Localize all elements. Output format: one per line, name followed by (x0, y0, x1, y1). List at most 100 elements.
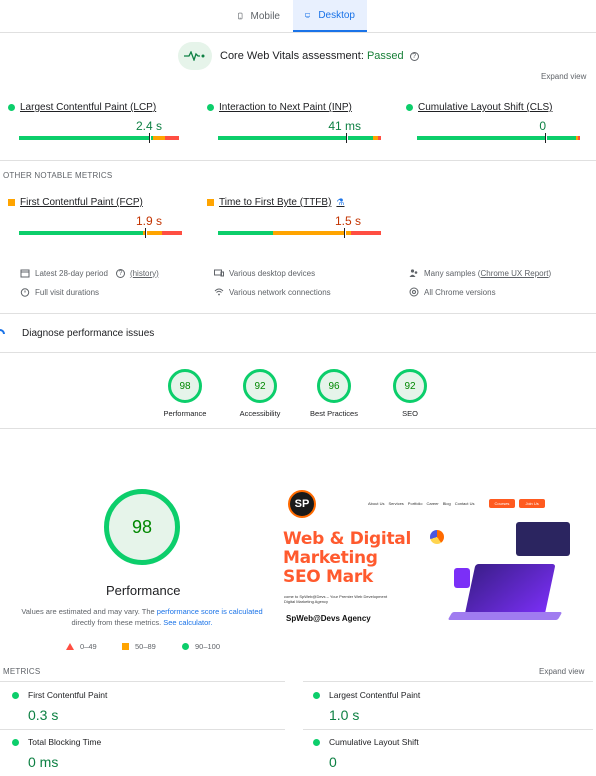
calendar-icon (20, 269, 30, 278)
metric-inp-name[interactable]: Interaction to Next Paint (INP) (219, 102, 352, 113)
info-visits-text: Full visit durations (35, 287, 100, 297)
score-performance[interactable]: 98 Performance (145, 369, 225, 418)
phone-icon (238, 12, 243, 20)
nav-item: Portfolio (407, 500, 423, 506)
hero-line: Web & Digital (283, 529, 411, 549)
gauge-label: Accessibility (239, 409, 281, 418)
gauge: 92 (393, 369, 427, 403)
average-status-icon (207, 199, 214, 206)
metric-ttfb-value: 1.5 s (334, 214, 361, 228)
lab-tbt: Total Blocking Time 0 ms (12, 737, 101, 770)
tab-mobile-label: Mobile (250, 10, 280, 22)
history-link[interactable]: (history) (130, 269, 159, 278)
score-seo[interactable]: 92 SEO (370, 369, 450, 418)
lighthouse-spinner-icon (0, 328, 5, 334)
lab-tbt-name: Total Blocking Time (28, 737, 102, 747)
good-status-icon (12, 691, 19, 699)
score-best-practices[interactable]: 96 Best Practices (294, 369, 374, 418)
tab-desktop-label: Desktop (318, 9, 355, 21)
section-divider (0, 313, 596, 314)
tab-desktop[interactable]: Desktop (293, 0, 367, 32)
section-divider (303, 729, 593, 730)
chrome-icon (409, 287, 419, 297)
info-network-text: Various network connections (229, 287, 331, 297)
gauge: 98 (168, 369, 202, 403)
score-accessibility[interactable]: 92 Accessibility (220, 369, 300, 418)
gauge: 92 (243, 369, 277, 403)
nav-item: Career (426, 500, 439, 506)
legend-good-label: 90–100 (195, 642, 221, 651)
metric-cls: Cumulative Layout Shift (CLS) 0 (406, 102, 580, 143)
help-icon[interactable]: ? (409, 51, 419, 61)
cwv-status: Passed (366, 50, 404, 62)
section-divider (0, 681, 285, 682)
gauge-label: SEO (402, 409, 418, 418)
calculator-link[interactable]: See calculator. (163, 618, 212, 627)
section-divider (303, 681, 593, 682)
lab-cls-name: Cumulative Layout Shift (329, 737, 419, 747)
info-network: Various network connections (214, 287, 331, 297)
performance-note: Values are estimated and may vary. The p… (18, 606, 266, 628)
metric-inp: Interaction to Next Paint (INP) 41 ms (207, 102, 381, 143)
info-period: Latest 28-day period ? (history) (20, 268, 159, 278)
dashboard-graphic (516, 522, 570, 556)
section-divider (0, 729, 285, 730)
diagnose-header: Diagnose performance issues (0, 328, 154, 339)
gauge-label: Best Practices (310, 409, 358, 418)
metric-inp-value: 41 ms (328, 119, 361, 133)
timer-icon (20, 288, 30, 297)
lab-lcp: Largest Contentful Paint 1.0 s (313, 690, 420, 723)
hero-agency: SpWeb@Devs Agency (286, 614, 371, 623)
good-status-icon (313, 691, 320, 699)
legend-good: 90–100 (182, 642, 220, 651)
legend-average-label: 50–89 (135, 642, 156, 651)
laptop-base-graphic (447, 612, 563, 620)
performance-gauge: 98 (104, 489, 180, 565)
pie-graphic (430, 530, 444, 544)
legend-poor-label: 0–49 (80, 642, 97, 651)
performance-title: Performance (106, 583, 181, 598)
metric-lcp-name[interactable]: Largest Contentful Paint (LCP) (20, 102, 156, 113)
good-status-icon (207, 104, 214, 111)
section-divider (0, 160, 596, 161)
lab-cls: Cumulative Layout Shift 0 (313, 737, 419, 770)
metric-ttfb-distribution (218, 228, 381, 238)
people-icon (409, 269, 418, 277)
crux-link[interactable]: Chrome UX Report (480, 269, 548, 278)
legend-poor: 0–49 (66, 642, 97, 651)
vitals-pulse-icon (178, 42, 212, 70)
info-period-text: Latest 28-day period (35, 268, 108, 278)
metric-lcp-distribution (19, 133, 182, 143)
hero-line: Marketing (283, 548, 378, 568)
metric-cls-name[interactable]: Cumulative Layout Shift (CLS) (418, 102, 553, 113)
info-visits: Full visit durations (20, 287, 99, 297)
expand-view-link[interactable]: Expand view (541, 72, 586, 81)
metric-inp-distribution (218, 133, 381, 143)
lab-lcp-value: 1.0 s (329, 707, 360, 723)
courses-pill: Courses (488, 498, 516, 508)
expand-view-link[interactable]: Expand view (539, 667, 584, 676)
lab-fcp-value: 0.3 s (28, 707, 59, 723)
nav-item: Services (388, 500, 404, 506)
good-circle-icon (182, 643, 189, 650)
help-icon[interactable]: ? (115, 268, 125, 278)
laptop-graphic (464, 564, 556, 616)
info-chrome-text: All Chrome versions (424, 287, 496, 297)
metric-ttfb-name[interactable]: Time to First Byte (TTFB) (219, 197, 331, 208)
metric-ttfb: Time to First Byte (TTFB) ⚗ 1.5 s (207, 197, 381, 238)
metric-fcp-name[interactable]: First Contentful Paint (FCP) (20, 197, 143, 208)
nav-item: Blog (442, 500, 451, 506)
tabs-divider (0, 32, 596, 33)
page-screenshot: SP About Us Services Portfolio Career Bl… (280, 482, 580, 642)
tab-mobile[interactable]: Mobile (226, 0, 292, 32)
good-status-icon (406, 104, 413, 111)
average-status-icon (8, 199, 15, 206)
devices-icon (214, 269, 224, 277)
hero-subtitle: come to SpWeb@Devs – Your Premier Web De… (284, 594, 424, 604)
metrics-heading: METRICS (3, 667, 41, 676)
wifi-icon (214, 288, 224, 296)
info-devices: Various desktop devices (214, 268, 315, 278)
score-calculated-link[interactable]: performance score is calculated (157, 607, 263, 616)
section-divider (0, 428, 596, 429)
average-square-icon (122, 643, 129, 650)
